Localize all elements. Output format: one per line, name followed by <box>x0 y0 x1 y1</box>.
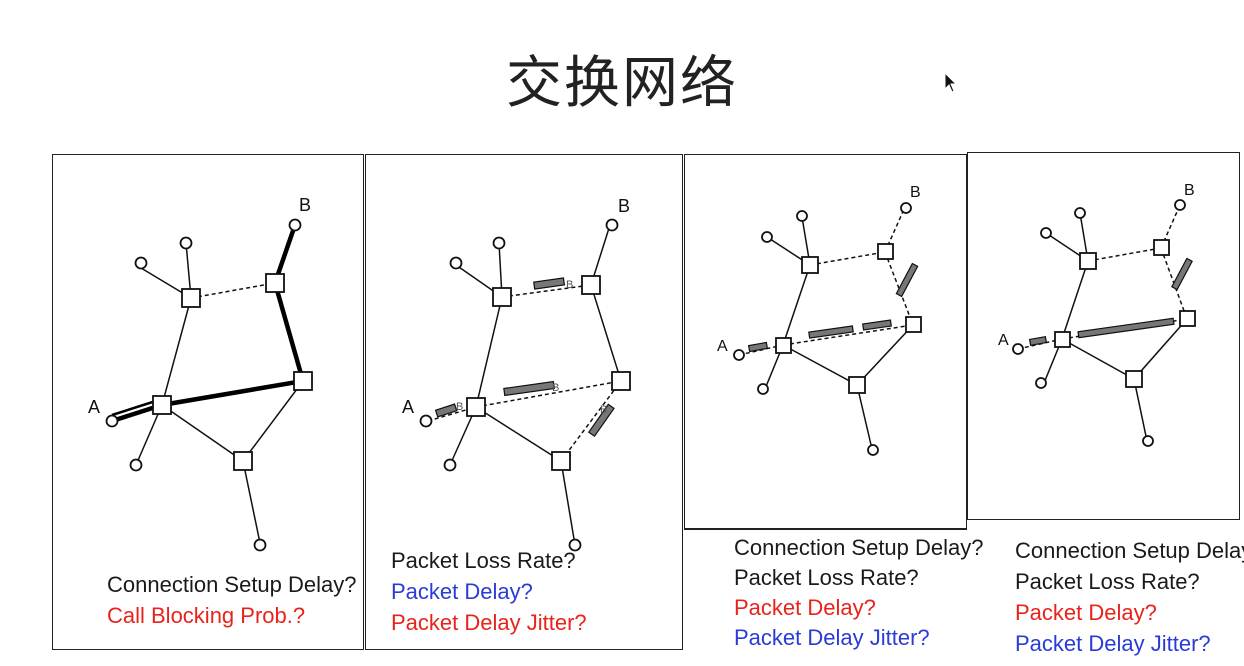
node-label-a: A <box>717 338 728 355</box>
switch-node <box>466 397 486 417</box>
metrics-list: Connection Setup Delay? Call Blocking Pr… <box>107 569 357 631</box>
metrics-list: Packet Loss Rate? Packet Delay? Packet D… <box>391 545 587 638</box>
host-node <box>757 383 769 395</box>
node-label-b: B <box>299 195 311 215</box>
host-node <box>253 538 267 552</box>
node-label-a: A <box>402 397 414 417</box>
metric-label: Packet Delay Jitter? <box>1015 631 1211 656</box>
switch-node <box>581 275 601 295</box>
metric-label: Packet Delay Jitter? <box>391 610 587 635</box>
switch-node <box>877 243 894 260</box>
node-label-b: B <box>618 196 630 216</box>
metrics-list: Connection Setup Delay? Packet Loss Rate… <box>734 533 984 653</box>
switch-node <box>1153 239 1170 256</box>
node-label-a: A <box>88 397 100 417</box>
datagram-network-diagram: A B <box>998 182 1196 447</box>
switch-node <box>152 395 172 415</box>
metric-label: Packet Loss Rate? <box>734 565 919 590</box>
host-node <box>796 210 808 222</box>
switch-node <box>848 376 866 394</box>
host-node-b <box>1174 199 1186 211</box>
host-node <box>1074 207 1086 219</box>
switch-node <box>265 273 285 293</box>
host-node-a <box>105 414 119 428</box>
node-label-b: B <box>910 184 921 201</box>
host-node <box>761 231 773 243</box>
switch-node <box>1054 331 1071 348</box>
host-node <box>179 236 193 250</box>
host-node <box>1142 435 1154 447</box>
packet-group <box>1028 257 1193 347</box>
metric-label: Packet Delay? <box>1015 600 1157 625</box>
packet-label: B <box>600 404 607 416</box>
metrics-list: Connection Setup Delay? Packet Loss Rate… <box>1015 535 1244 659</box>
switch-node <box>233 451 253 471</box>
metric-label: Call Blocking Prob.? <box>107 603 306 628</box>
host-node <box>449 256 463 270</box>
metric-label: Connection Setup Delay? <box>1015 538 1244 563</box>
switch-node <box>611 371 631 391</box>
host-node-a <box>1012 343 1024 355</box>
mouse-cursor-icon <box>944 72 958 93</box>
host-node-b <box>605 218 619 232</box>
switch-node <box>492 287 512 307</box>
packet-label: B <box>552 382 559 394</box>
metric-label: Packet Loss Rate? <box>1015 569 1200 594</box>
switch-node <box>181 288 201 308</box>
virtual-circuit-panel: A B <box>684 154 967 530</box>
host-node <box>1035 377 1047 389</box>
metric-label: Packet Delay? <box>734 595 876 620</box>
host-node <box>443 458 457 472</box>
host-node <box>129 458 143 472</box>
host-node <box>1040 227 1052 239</box>
metric-label: Connection Setup Delay? <box>734 535 984 560</box>
switch-node <box>905 316 922 333</box>
circuit-path <box>111 224 306 424</box>
switch-node <box>801 256 819 274</box>
metric-label: Packet Delay Jitter? <box>734 625 930 650</box>
host-node <box>492 236 506 250</box>
host-node-b <box>900 202 912 214</box>
metric-label: Connection Setup Delay? <box>107 572 357 597</box>
switch-node <box>1125 370 1143 388</box>
switch-node <box>1179 310 1196 327</box>
host-node-b <box>288 218 302 232</box>
switch-node <box>1079 252 1097 270</box>
packet-group <box>747 262 919 353</box>
host-node <box>134 256 148 270</box>
virtual-circuit-network-diagram: A B <box>717 184 922 456</box>
node-label-a: A <box>998 332 1009 349</box>
packet-switching-panel: B B B B A B Packet Loss Rate? Packet Del… <box>365 154 683 650</box>
host-node-a <box>419 414 433 428</box>
switch-node <box>293 371 313 391</box>
metric-label: Packet Delay? <box>391 579 533 604</box>
node-label-b: B <box>1184 182 1195 199</box>
packet-label: B <box>566 279 573 291</box>
host-node-a <box>733 349 745 361</box>
switch-node <box>775 337 792 354</box>
circuit-switching-panel: A B Connection Setup Delay? Call Blockin… <box>52 154 364 650</box>
datagram-panel: A B <box>967 152 1240 520</box>
metric-label: Packet Loss Rate? <box>391 548 576 573</box>
page-title: 交换网络 <box>506 51 738 116</box>
host-node <box>867 444 879 456</box>
switch-node <box>551 451 571 471</box>
packet-label: B <box>456 401 463 413</box>
